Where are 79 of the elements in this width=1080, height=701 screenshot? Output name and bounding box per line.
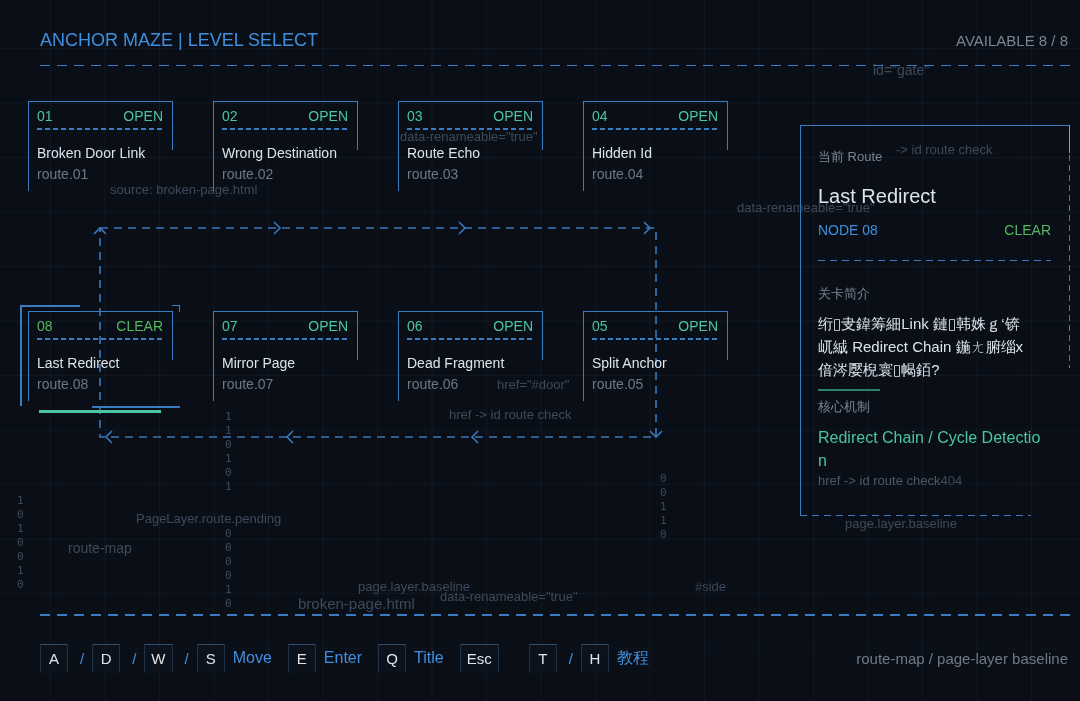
level-route: route.07 [222,375,274,392]
level-number: 08 [37,317,53,335]
background-code-text: page.layer.baseline [358,579,471,594]
mechanic-label: 核心机制 [818,398,870,416]
level-title: Hidden Id [592,143,652,162]
key-hint: D [92,643,121,673]
action-label: Enter [323,649,363,667]
level-number: 01 [37,107,53,125]
key-hint: Q [378,643,407,673]
level-title: Split Anchor [592,353,667,372]
level-card[interactable]: 05 OPEN Split Anchor route.05 [583,311,728,401]
background-code-text: #side [695,579,727,595]
level-route: route.04 [592,165,644,182]
availability-count: AVAILABLE 8 / 8 [956,31,1068,49]
level-card[interactable]: 07 OPEN Mirror Page route.07 [213,311,358,401]
action-label: Move [232,649,272,667]
level-status: CLEAR [116,317,163,335]
key-hint: A [40,643,68,673]
level-status: OPEN [123,107,163,125]
level-number: 03 [407,107,423,125]
page-title: ANCHOR MAZE | LEVEL SELECT [40,29,319,51]
key-hint: H [580,643,609,673]
key-hint: E [287,643,316,673]
level-status: OPEN [493,107,533,125]
level-title: Mirror Page [222,353,296,372]
background-code-text: route-map [68,540,132,556]
key-separator: / [568,649,573,667]
level-number: 05 [592,317,608,335]
key-separator: / [132,649,137,667]
action-label: 教程 [616,647,649,668]
key-hint: S [196,643,225,673]
level-route: route.06 [407,375,459,392]
current-route-label: 当前 Route [818,147,883,166]
binary-digit-column: 00110 [660,472,671,542]
level-status: OPEN [493,317,533,335]
background-code-text: -> id route check [896,142,993,158]
level-number: 07 [222,317,238,335]
background-code-text: PageLayer.route.pending [136,511,282,527]
node-id: NODE 08 [818,220,878,239]
background-code-text: id="gate" [873,62,930,78]
level-title: Dead Fragment [407,353,505,372]
level-route: route.01 [37,165,89,182]
route-check-note: href -> id route check [818,471,941,490]
background-code-text: href -> id route check [449,407,572,423]
binary-digit-column: 000010 [225,527,236,611]
level-title: Broken Door Link [37,143,146,162]
binary-digit-column: 110101 [225,410,236,494]
mechanic-text: Redirect Chain / Cycle Detection [818,427,1042,471]
background-code-text: page.layer.baseline [845,516,958,532]
level-route: route.03 [407,165,459,182]
level-title: Last Redirect [37,353,120,372]
error-code: 404 [940,471,963,490]
level-title: Route Echo [407,143,481,162]
level-number: 02 [222,107,238,125]
background-code-text: broken-page.html [298,596,415,612]
background-code-text: data-renameable="true" [400,129,538,145]
level-number: 06 [407,317,423,335]
key-separator: / [184,649,189,667]
level-title: Wrong Destination [222,143,337,162]
key-hint: T [528,643,557,673]
intro-label: 关卡简介 [818,284,870,303]
key-hint: W [144,643,173,673]
level-status: OPEN [678,317,718,335]
level-card[interactable]: 08 CLEAR Last Redirect route.08 [20,305,180,414]
key-separator: / [80,649,85,667]
intro-text: 绗▯叏鍏筹細Link 鏈▯韩姝ｇ‘锛屼絾 Redirect Chain 鍦ㄤ腑缁х偣涔嬮棿寰▯幆銆? [818,314,1025,380]
level-route: route.05 [592,375,644,392]
level-status: OPEN [308,317,348,335]
key-hint: Esc [459,643,499,673]
layer-caption: route-map / page-layer baseline [856,649,1068,667]
level-route: route.08 [37,375,89,392]
action-label: Title [414,649,444,667]
level-status: OPEN [308,107,348,125]
level-route: route.02 [222,165,274,182]
level-status: OPEN [678,107,718,125]
binary-digit-column: 1010010 [17,494,28,592]
route-status: CLEAR [1004,220,1051,239]
level-card[interactable]: 04 OPEN Hidden Id route.04 [583,101,728,191]
level-number: 04 [592,107,608,125]
